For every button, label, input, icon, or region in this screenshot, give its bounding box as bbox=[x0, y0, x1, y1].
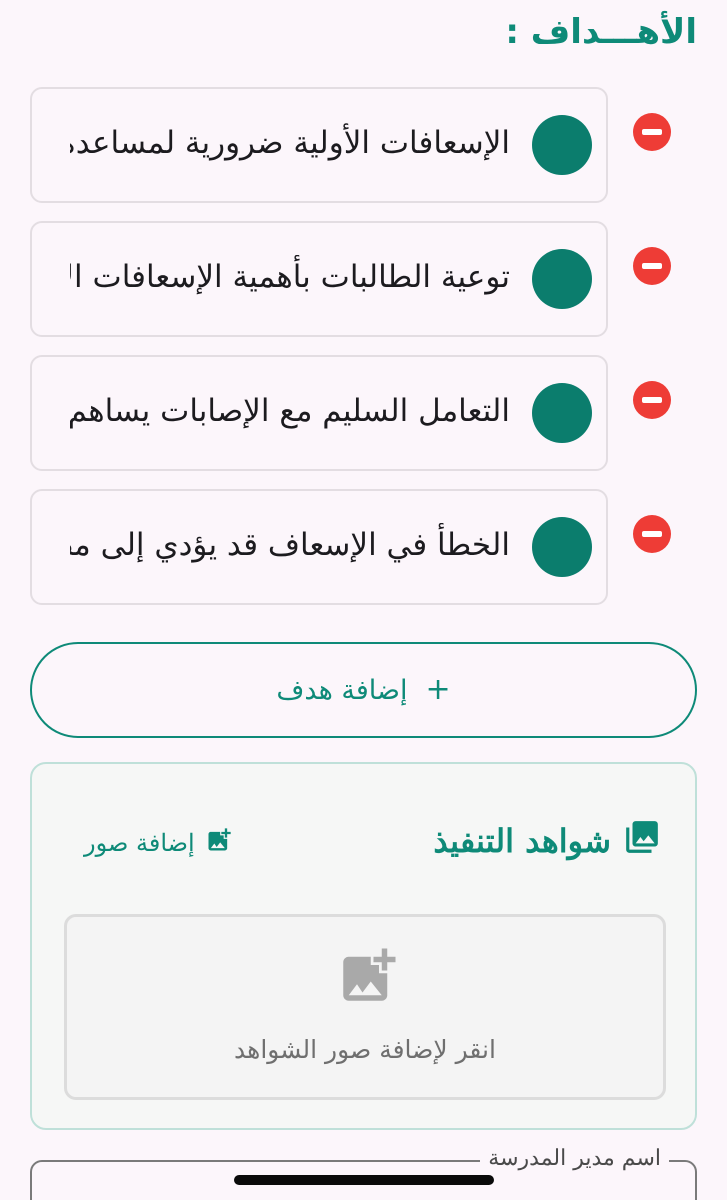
home-indicator bbox=[234, 1175, 494, 1185]
goal-text[interactable]: التعامل السليم مع الإصابات يساهم في الحد… bbox=[70, 389, 510, 433]
goal-bullet-icon bbox=[532, 517, 592, 577]
evidence-title-text: شواهد التنفيذ bbox=[433, 822, 611, 860]
goal-item[interactable]: الإسعافات الأولية ضرورية لمساعدة المصاب … bbox=[30, 87, 608, 203]
goal-text[interactable]: الخطأ في الإسعاف قد يؤدي إلى مضاعفات أو … bbox=[70, 523, 510, 567]
evidence-card: شواهد التنفيذ إضافة صور انقر لإضافة صور … bbox=[30, 762, 697, 1130]
remove-goal-button[interactable] bbox=[633, 247, 671, 285]
goal-text[interactable]: الإسعافات الأولية ضرورية لمساعدة المصاب … bbox=[70, 121, 510, 165]
plus-icon: + bbox=[425, 672, 451, 707]
goal-text[interactable]: توعية الطالبات بأهمية الإسعافات الأولية … bbox=[70, 255, 510, 299]
photo-library-icon bbox=[623, 818, 661, 864]
goal-item[interactable]: التعامل السليم مع الإصابات يساهم في الحد… bbox=[30, 355, 608, 471]
principal-name-label: اسم مدير المدرسة bbox=[480, 1146, 669, 1171]
remove-goal-button[interactable] bbox=[633, 515, 671, 553]
add-photo-icon bbox=[205, 826, 233, 860]
remove-goal-button[interactable] bbox=[633, 381, 671, 419]
add-images-label: إضافة صور bbox=[84, 829, 195, 857]
add-goal-label: إضافة هدف bbox=[276, 674, 408, 706]
goal-item[interactable]: توعية الطالبات بأهمية الإسعافات الأولية … bbox=[30, 221, 608, 337]
add-photo-large-icon bbox=[335, 943, 401, 1009]
evidence-title: شواهد التنفيذ bbox=[433, 818, 661, 864]
goal-bullet-icon bbox=[532, 115, 592, 175]
add-images-button[interactable]: إضافة صور bbox=[84, 826, 233, 860]
goal-item[interactable]: الخطأ في الإسعاف قد يؤدي إلى مضاعفات أو … bbox=[30, 489, 608, 605]
remove-goal-button[interactable] bbox=[633, 113, 671, 151]
goals-section-title: الأهـــداف : bbox=[505, 12, 697, 52]
add-goal-button[interactable]: + إضافة هدف bbox=[30, 642, 697, 738]
goal-bullet-icon bbox=[532, 249, 592, 309]
dropzone-text: انقر لإضافة صور الشواهد bbox=[234, 1035, 496, 1064]
goal-bullet-icon bbox=[532, 383, 592, 443]
evidence-dropzone[interactable]: انقر لإضافة صور الشواهد bbox=[64, 914, 666, 1100]
